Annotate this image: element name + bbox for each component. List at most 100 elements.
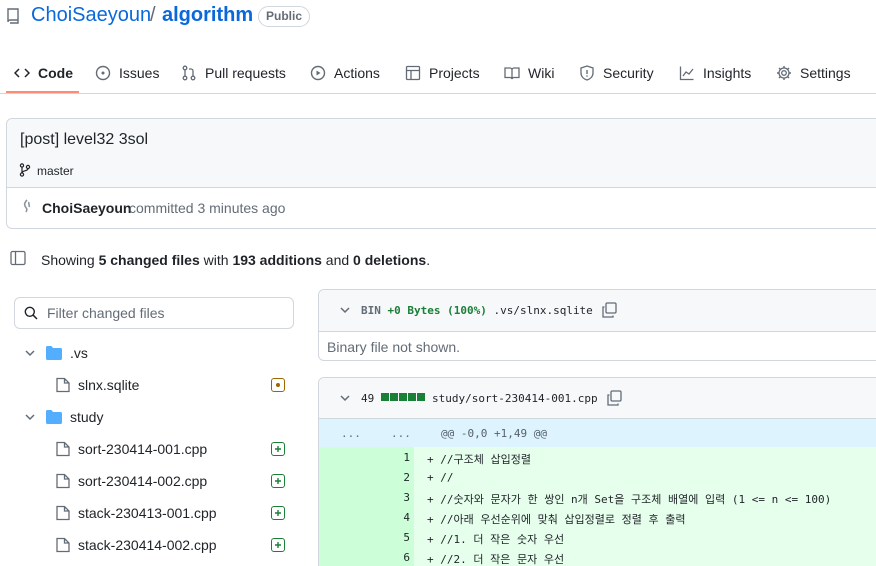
pull-request-icon (182, 65, 196, 81)
tab-code[interactable]: Code (14, 52, 73, 94)
folder-name: study (70, 409, 104, 425)
added-status-icon (271, 506, 285, 520)
tree-file-slnx-sqlite[interactable]: slnx.sqlite (56, 371, 291, 399)
branch-link[interactable]: master (37, 164, 74, 178)
code-text: + // (427, 471, 454, 484)
chevron-down-icon[interactable] (339, 392, 351, 404)
new-line-gutter[interactable]: 5 (364, 527, 414, 547)
diffstat-bar-icon (381, 393, 425, 401)
tree-file-stack-230414-002[interactable]: stack-230414-002.cpp (56, 531, 291, 559)
line-number: 1 (403, 451, 410, 464)
diff-line-count: 49 (361, 392, 375, 405)
diff-stat: BIN +0 Bytes (100%) .vs/slnx.sqlite (361, 304, 593, 317)
new-line-gutter[interactable]: 1 (364, 447, 414, 467)
tab-label: Settings (800, 65, 851, 81)
gear-icon (777, 66, 791, 80)
hunk-expand-right[interactable]: ... (391, 427, 411, 440)
tab-issues[interactable]: Issues (95, 52, 159, 94)
graph-icon (679, 66, 694, 81)
diff-file-code: 49 study/sort-230414-001.cpp ... ... @@ … (318, 377, 876, 566)
diff-line: 6 + //2. 더 작은 문자 우선 (319, 547, 876, 566)
repo-header: ChoiSaeyoun / algorithm Public (0, 0, 876, 36)
tab-settings[interactable]: Settings (776, 52, 851, 94)
new-line-gutter[interactable]: 4 (364, 507, 414, 527)
line-number: 2 (403, 471, 410, 484)
summary-end: . (426, 252, 431, 268)
line-number: 6 (403, 551, 410, 564)
tree-file-sort-230414-002[interactable]: sort-230414-002.cpp (56, 467, 291, 495)
summary-files: 5 changed files (98, 252, 200, 268)
file-icon (56, 377, 70, 393)
diff-file-path: .vs/slnx.sqlite (493, 304, 593, 317)
file-name: sort-230414-001.cpp (78, 441, 208, 457)
tab-insights[interactable]: Insights (679, 52, 751, 94)
tab-security[interactable]: Security (579, 52, 654, 94)
tab-wiki[interactable]: Wiki (504, 52, 554, 94)
code-icon (14, 68, 30, 78)
commit-timestamp: committed 3 minutes ago (129, 200, 286, 216)
chevron-down-icon[interactable] (339, 304, 351, 316)
repo-separator: / (150, 4, 156, 26)
book-icon (504, 67, 520, 80)
commit-author-link[interactable]: ChoiSaeyoun (42, 200, 131, 216)
commit-title: [post] level32 3sol (20, 131, 149, 148)
binary-notice: Binary file not shown. (327, 339, 461, 355)
file-icon (56, 441, 70, 457)
repo-owner-link[interactable]: ChoiSaeyoun (31, 4, 151, 27)
old-line-gutter (319, 447, 364, 467)
file-icon (56, 473, 70, 489)
folder-icon (46, 410, 62, 424)
old-line-gutter (319, 467, 364, 487)
summary-and: and (321, 252, 354, 268)
tab-label: Security (603, 65, 654, 81)
line-number: 5 (403, 531, 410, 544)
diff-line: 5 + //1. 더 작은 숫자 우선 (319, 527, 876, 547)
search-icon (24, 306, 38, 320)
tab-label: Actions (334, 65, 380, 81)
tab-label: Pull requests (205, 65, 286, 81)
repo-name-link[interactable]: algorithm (162, 4, 253, 27)
filter-files-input[interactable] (47, 303, 287, 323)
tab-label: Issues (119, 65, 160, 81)
added-status-icon (271, 474, 285, 488)
tab-projects[interactable]: Projects (405, 52, 480, 94)
new-line-gutter[interactable]: 2 (364, 467, 414, 487)
folder-icon (46, 346, 62, 360)
table-icon (405, 65, 421, 81)
tab-actions[interactable]: Actions (310, 52, 380, 94)
filter-files-box (14, 297, 294, 329)
tree-folder-study[interactable]: study (24, 403, 103, 431)
line-number: 3 (403, 491, 410, 504)
tab-label: Wiki (528, 65, 555, 81)
avatar[interactable] (20, 199, 34, 215)
tab-label: Insights (703, 65, 752, 81)
chevron-down-icon (25, 414, 35, 421)
old-line-gutter (319, 487, 364, 507)
selected-tab-indicator (6, 91, 79, 93)
diff-hunk-header[interactable]: ... ... @@ -0,0 +1,49 @@ (319, 419, 876, 447)
copy-icon[interactable] (601, 302, 617, 318)
file-icon (56, 537, 70, 553)
code-text: + //구조체 삽입정렬 (427, 453, 531, 466)
code-text: + //2. 더 작은 문자 우선 (427, 553, 565, 566)
tree-file-stack-230413-001[interactable]: stack-230413-001.cpp (56, 499, 291, 527)
tree-folder-vs[interactable]: .vs (24, 339, 88, 367)
code-text: + //1. 더 작은 숫자 우선 (427, 533, 565, 546)
commit-box: [post] level32 3sol master ChoiSaeyoun c… (6, 118, 876, 229)
new-line-gutter[interactable]: 3 (364, 487, 414, 507)
file-tree-toggle-icon[interactable] (10, 250, 26, 266)
code-text: + //아래 우선순위에 맞춰 삽입정렬로 정렬 후 출력 (427, 513, 686, 526)
new-line-gutter[interactable]: 6 (364, 547, 414, 566)
added-status-icon (271, 538, 285, 552)
chevron-down-icon (25, 350, 35, 357)
copy-icon[interactable] (606, 390, 622, 406)
diff-line: 3 + //숫자와 문자가 한 쌍인 n개 Set을 구조체 배열에 입력 (1… (319, 487, 876, 507)
file-icon (56, 505, 70, 521)
folder-name: .vs (70, 345, 88, 361)
tree-file-sort-230414-001[interactable]: sort-230414-001.cpp (56, 435, 291, 463)
repo-nav: Code Issues Pull requests Actions Projec… (0, 52, 876, 94)
tab-pull-requests[interactable]: Pull requests (181, 52, 286, 94)
file-name: stack-230413-001.cpp (78, 505, 217, 521)
hunk-expand-left[interactable]: ... (341, 427, 361, 440)
summary-prefix: Showing (41, 252, 99, 268)
